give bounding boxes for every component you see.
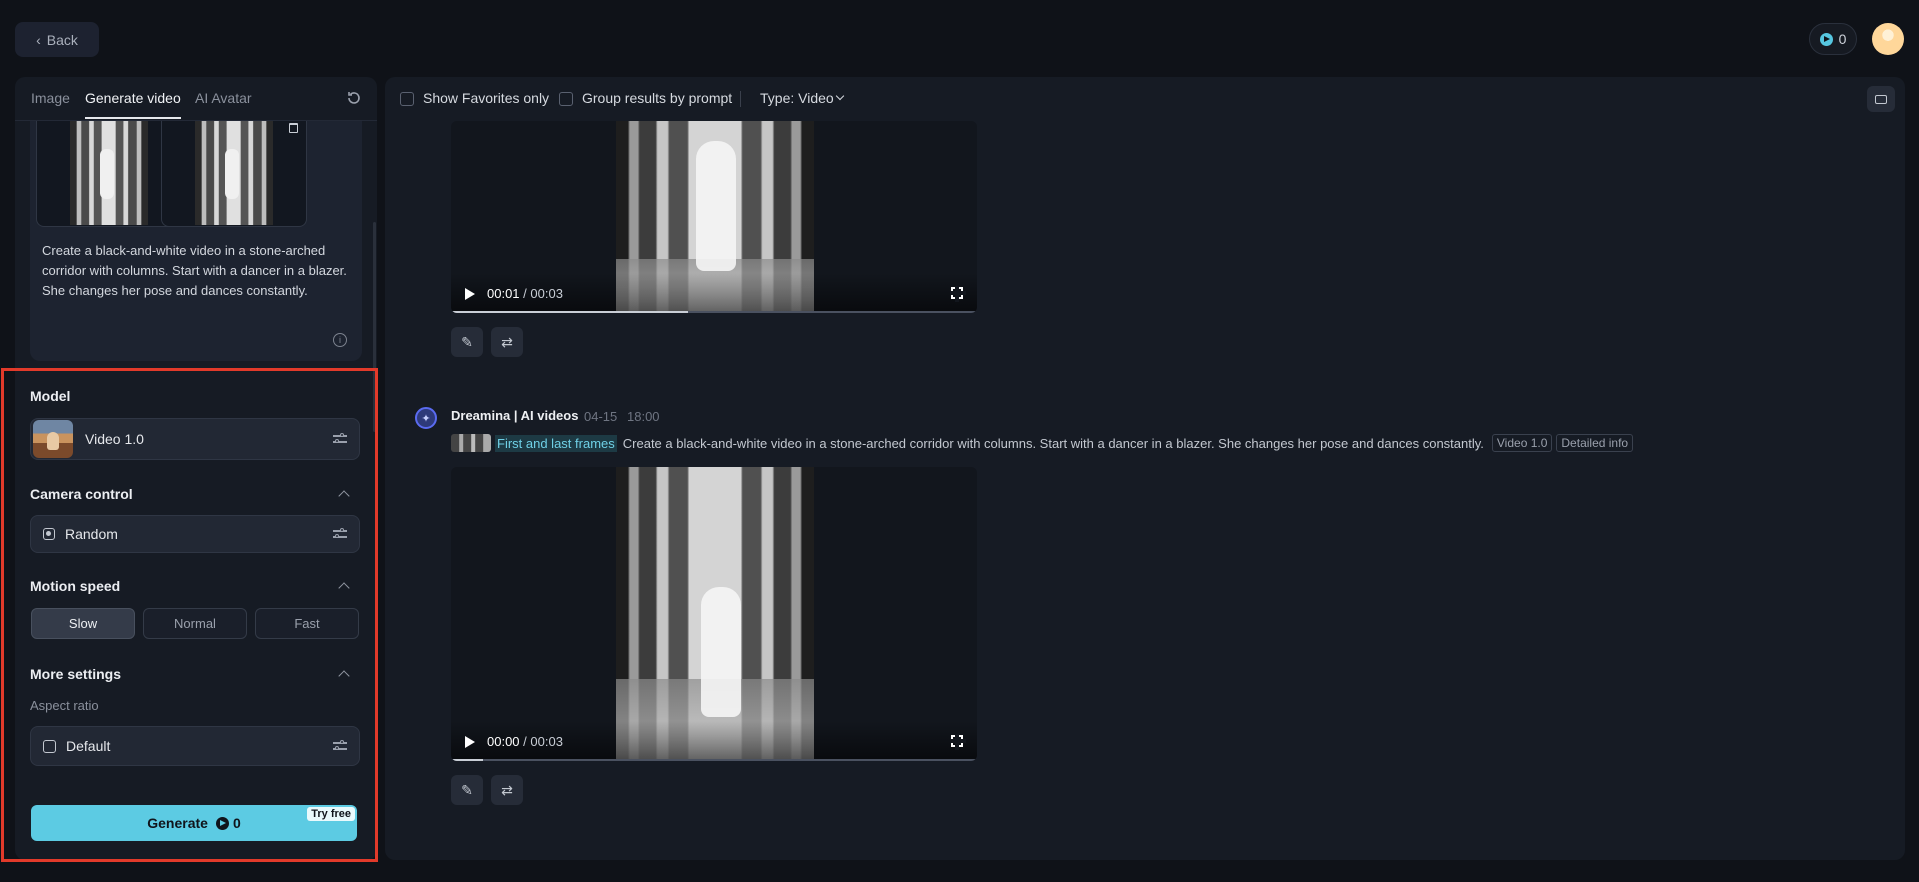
chevron-down-icon[interactable] [835,91,845,101]
back-label: Back [46,31,78,48]
dancer-figure [701,587,741,717]
panel-scrollbar[interactable] [373,222,376,432]
last-frame-image [195,121,273,225]
last-frame[interactable] [161,121,307,227]
camera-control-select[interactable]: Random [30,515,360,553]
try-free-badge: Try free [307,807,355,821]
sliders-icon [333,740,347,752]
tab-generate-video[interactable]: Generate video [85,90,181,119]
edit-button[interactable]: ✎ [451,327,483,357]
video-player[interactable]: 00:01 / 00:03 [451,121,977,313]
play-icon[interactable] [465,288,475,300]
tab-ai-avatar[interactable]: AI Avatar [195,90,252,106]
model-tag: Video 1.0 [1491,434,1553,452]
back-button[interactable]: ‹ Back [15,22,99,57]
user-avatar[interactable] [1872,23,1904,55]
generate-credits: 0 [232,815,241,831]
aspect-ratio-label: Aspect ratio [30,698,99,713]
type-filter[interactable]: Type: Video [760,90,834,106]
video-progress[interactable] [451,759,977,761]
group-label[interactable]: Group results by prompt [582,90,732,106]
top-bar: ‹ Back 0 [0,0,1919,76]
aspect-ratio-icon [43,739,56,753]
repeat-icon: ⇄ [501,781,513,798]
sliders-icon [333,433,347,445]
generate-label: Generate [147,815,208,831]
result-date: 04-15 [584,409,618,424]
video-controls: 00:01 / 00:03 [451,273,977,313]
tab-image[interactable]: Image [31,90,70,106]
prompt-card: Create a black-and-white video in a ston… [30,121,362,361]
group-checkbox[interactable] [559,92,573,106]
video-controls: 00:00 / 00:03 [451,721,977,761]
more-settings-title: More settings [30,666,122,682]
video-player[interactable]: 00:00 / 00:03 [451,467,977,761]
chevron-left-icon: ‹ [36,31,41,48]
regenerate-button[interactable]: ⇄ [491,327,523,357]
author-name: Dreamina | AI videos [451,408,579,423]
credit-coin-icon [215,816,229,830]
camera-control-title: Camera control [30,486,133,502]
fullscreen-icon[interactable] [950,286,966,302]
delete-icon[interactable] [289,123,298,133]
camera-control-value: Random [65,526,118,542]
prompt-input[interactable]: Create a black-and-white video in a ston… [42,241,352,301]
aspect-ratio-value: Default [66,738,111,754]
model-thumbnail [33,420,73,458]
credits-badge[interactable]: 0 [1809,23,1857,55]
folder-icon [1875,94,1887,104]
model-select[interactable]: Video 1.0 [30,418,360,460]
dancer-figure [696,141,736,271]
favorites-checkbox[interactable] [400,92,414,106]
regenerate-button[interactable]: ⇄ [491,775,523,805]
generate-button[interactable]: Generate 0 Try free [31,805,357,841]
speed-slow-button[interactable]: Slow [31,608,135,639]
credits-count: 0 [1838,31,1847,47]
model-value: Video 1.0 [85,431,144,447]
aspect-ratio-select[interactable]: Default [30,726,360,766]
dreamina-logo-icon: ✦ [415,407,437,429]
model-title: Model [30,388,71,404]
chevron-up-icon[interactable] [338,490,350,502]
speed-normal-button[interactable]: Normal [143,608,247,639]
chevron-up-icon[interactable] [338,582,350,594]
pencil-icon: ✎ [461,333,473,350]
generation-panel: Image Generate video AI Avatar Create a … [15,77,377,860]
play-icon[interactable] [465,736,475,748]
result-prompt-row: First and last frames Create a black-and… [451,433,1634,453]
mode-tabs: Image Generate video AI Avatar [15,77,377,121]
result-time: 18:00 [627,409,660,424]
chevron-up-icon[interactable] [338,670,350,682]
frames-tag: First and last frames [495,434,617,452]
fullscreen-icon[interactable] [950,734,966,750]
folder-button[interactable] [1867,86,1895,112]
refresh-icon[interactable] [345,89,363,107]
filter-bar: Show Favorites only Group results by pro… [385,77,1905,121]
detailed-info-tag[interactable]: Detailed info [1556,434,1634,452]
edit-button[interactable]: ✎ [451,775,483,805]
info-icon[interactable]: i [333,333,347,347]
camera-focus-icon [43,528,55,540]
repeat-icon: ⇄ [501,333,513,350]
frames-thumbnail[interactable] [451,434,491,452]
motion-speed-title: Motion speed [30,578,121,594]
pencil-icon: ✎ [461,781,473,798]
favorites-label[interactable]: Show Favorites only [423,90,549,106]
divider [740,91,741,107]
credit-coin-icon [1819,32,1833,46]
results-area: Show Favorites only Group results by pro… [385,77,1905,860]
video-time: 00:01 / 00:03 [487,286,563,301]
sliders-icon [333,528,347,540]
video-time: 00:00 / 00:03 [487,734,563,749]
result-prompt: Create a black-and-white video in a ston… [622,435,1484,451]
speed-fast-button[interactable]: Fast [255,608,359,639]
video-progress[interactable] [451,311,977,313]
first-frame-image [70,121,148,225]
